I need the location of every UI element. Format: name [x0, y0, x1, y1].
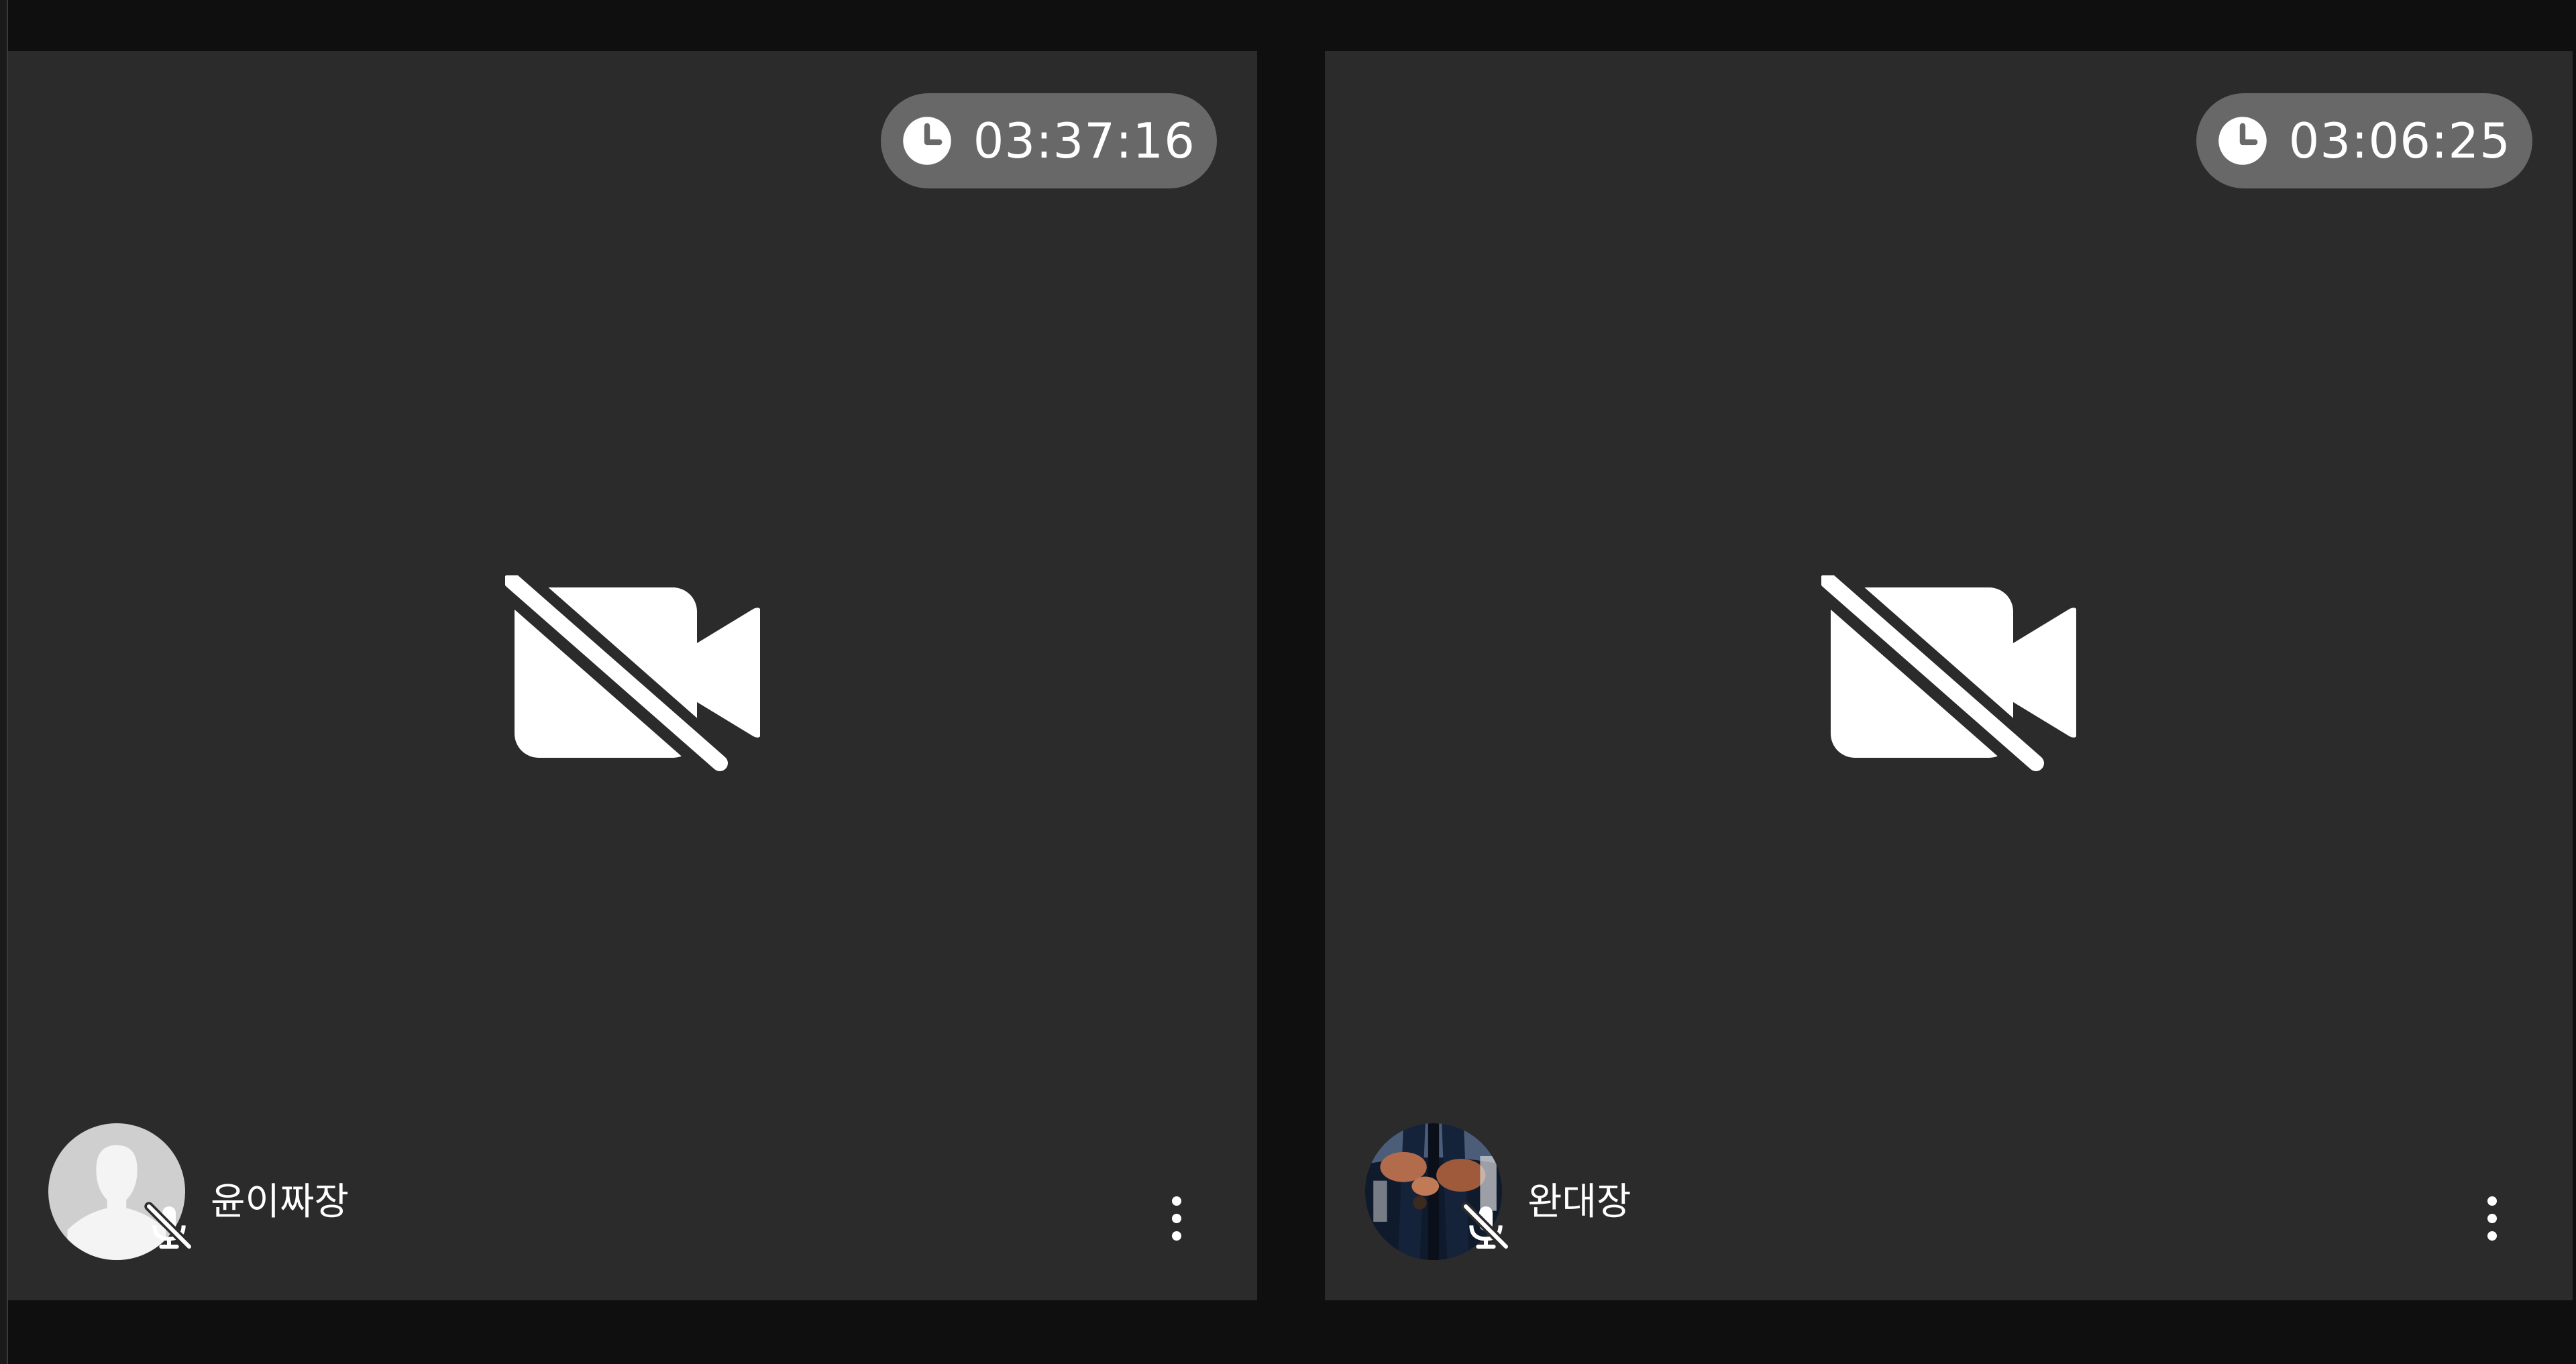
- participant-name: 윤이짜장: [211, 1180, 350, 1224]
- elapsed-time: 03:06:25: [2288, 113, 2511, 169]
- video-call-grid: 03:37:16 윤이짜장 03:06:25 완대장: [0, 0, 2576, 1364]
- mic-off-icon: [1459, 1200, 1513, 1253]
- participant-tile[interactable]: 03:06:25 완대장: [1325, 51, 2573, 1300]
- more-vertical-icon[interactable]: [1163, 1185, 1190, 1252]
- participant-tile[interactable]: 03:37:16 윤이짜장: [8, 51, 1257, 1300]
- mic-off-icon: [142, 1200, 196, 1253]
- elapsed-timer-badge: 03:37:16: [880, 93, 1217, 188]
- clock-icon: [901, 115, 953, 167]
- clock-icon: [2216, 115, 2269, 167]
- participant-name: 완대장: [1527, 1180, 1631, 1224]
- elapsed-timer-badge: 03:06:25: [2196, 93, 2532, 188]
- elapsed-time: 03:37:16: [973, 113, 1195, 169]
- more-vertical-icon[interactable]: [2479, 1185, 2506, 1252]
- window-left-edge: [0, 0, 8, 1364]
- video-off-icon: [505, 575, 760, 777]
- video-off-icon: [1821, 575, 2076, 777]
